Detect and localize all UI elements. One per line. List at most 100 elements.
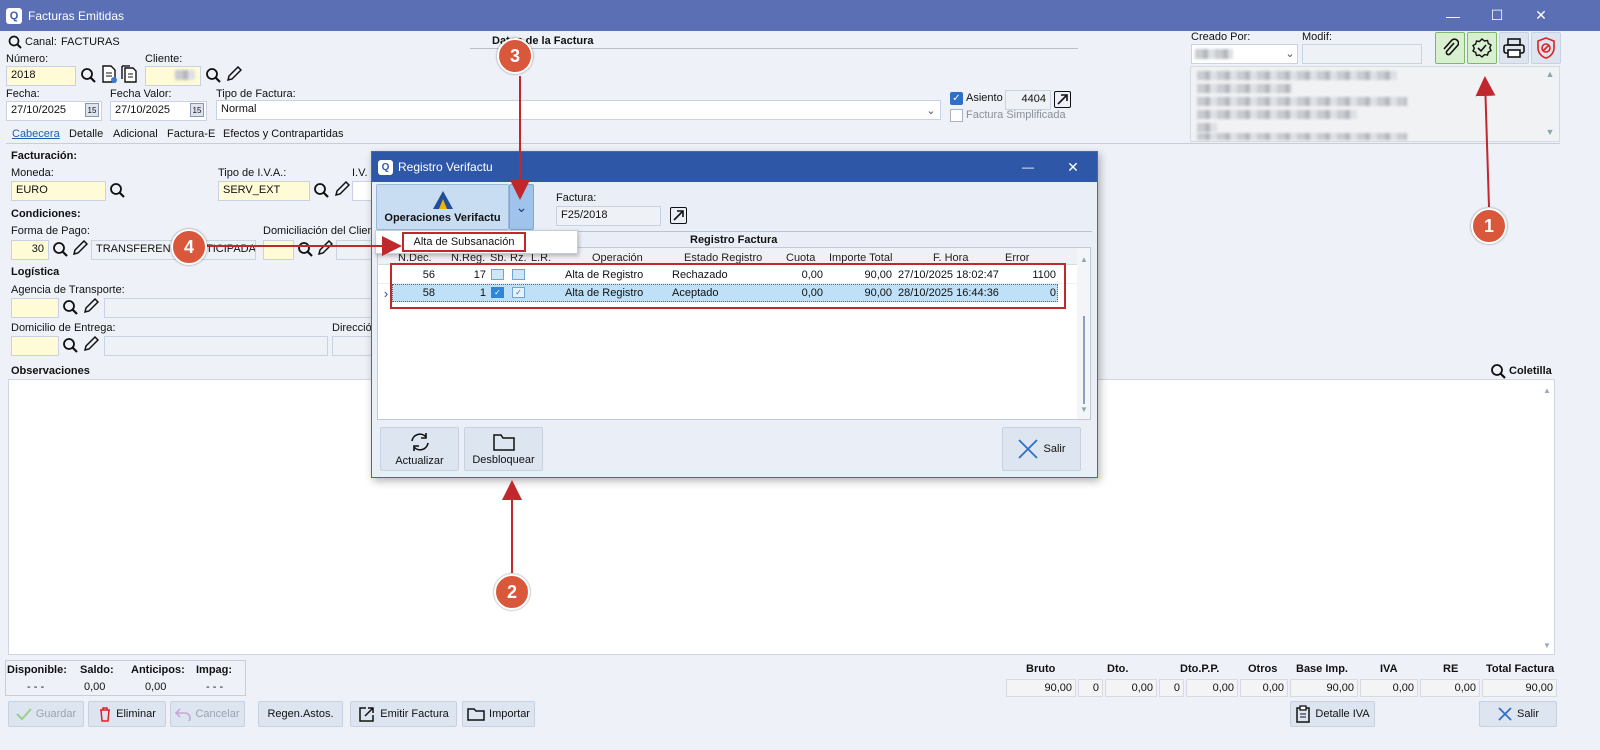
creado-por-select[interactable] <box>1191 44 1298 64</box>
edit-pencil-icon[interactable] <box>317 240 333 256</box>
disponible-value: - - - <box>27 681 45 693</box>
numero-input[interactable]: 2018 <box>6 66 76 86</box>
facturacion-heading: Facturación: <box>11 150 78 162</box>
scroll-up-icon[interactable]: ▲ <box>1079 254 1089 264</box>
search-icon[interactable] <box>109 182 125 198</box>
search-icon[interactable] <box>62 299 78 315</box>
domiciliacion-desc <box>336 240 372 260</box>
dialog-minimize-button[interactable]: — <box>1020 159 1036 175</box>
edit-pencil-icon[interactable] <box>72 240 88 256</box>
app-logo-icon: Q <box>378 159 393 175</box>
tab-divider <box>6 143 1560 144</box>
tab-cabecera[interactable]: Cabecera <box>12 128 60 140</box>
dialog-close-button[interactable]: ✕ <box>1065 159 1081 175</box>
search-icon[interactable] <box>205 67 221 83</box>
domicilio-input[interactable] <box>11 336 59 356</box>
maximize-button[interactable]: ☐ <box>1477 0 1517 31</box>
cancelar-button[interactable]: Cancelar <box>170 701 245 727</box>
search-icon[interactable] <box>297 241 313 257</box>
search-icon[interactable] <box>52 241 68 257</box>
tab-detalle[interactable]: Detalle <box>69 128 103 140</box>
asiento-label: Asiento <box>966 92 1003 104</box>
scroll-thumb[interactable] <box>1083 316 1085 404</box>
scroll-up-icon[interactable]: ▲ <box>1545 69 1555 79</box>
scroll-down-icon[interactable]: ▼ <box>1079 404 1089 414</box>
open-external-icon[interactable] <box>1054 91 1071 108</box>
attach-button[interactable] <box>1435 32 1465 64</box>
operaciones-verifactu-button[interactable]: Operaciones Verifactu <box>376 184 509 230</box>
moneda-label: Moneda: <box>11 167 54 179</box>
domiciliacion-label: Domiciliación del Cliente <box>263 225 383 237</box>
search-icon[interactable] <box>8 35 22 49</box>
agencia-input[interactable] <box>11 298 59 318</box>
undo-icon <box>175 708 192 721</box>
section-divider <box>470 48 1078 49</box>
guardar-button[interactable]: Guardar <box>8 701 84 727</box>
minimize-button[interactable]: — <box>1433 0 1473 31</box>
cliente-input[interactable] <box>145 66 201 86</box>
detalle-iva-button[interactable]: Detalle IVA <box>1290 701 1375 727</box>
open-external-icon[interactable] <box>670 207 687 224</box>
search-icon[interactable] <box>1490 363 1506 379</box>
new-document-icon[interactable] <box>100 65 118 83</box>
print-button[interactable] <box>1499 32 1529 64</box>
desbloquear-button[interactable]: Desbloquear <box>464 427 543 471</box>
menu-item-alta-subsanacion[interactable]: Alta de Subsanación <box>402 232 526 252</box>
verifactu-button[interactable] <box>1467 32 1497 64</box>
fecha-label: Fecha: <box>6 88 40 100</box>
close-window-button[interactable]: ✕ <box>1521 0 1561 31</box>
badge-check-icon <box>1472 38 1492 58</box>
search-icon[interactable] <box>313 182 329 198</box>
forma-pago-code[interactable]: 30 <box>11 240 49 260</box>
block-button[interactable] <box>1531 32 1561 64</box>
moneda-input[interactable]: EURO <box>11 181 106 201</box>
operaciones-dropdown-button[interactable]: ⌄ <box>509 184 534 230</box>
re-value: 0,00 <box>1420 679 1480 697</box>
paperclip-icon <box>1443 38 1459 56</box>
copy-document-icon[interactable] <box>120 65 138 83</box>
asiento-checkbox[interactable]: ✓ <box>950 92 963 105</box>
tab-factura-e[interactable]: Factura-E <box>167 128 215 140</box>
iva-input[interactable] <box>352 181 372 201</box>
calendar-icon[interactable]: 15 <box>190 103 204 117</box>
actualizar-button[interactable]: Actualizar <box>380 427 459 471</box>
dialog-title: Registro Verifactu <box>398 160 493 174</box>
coletilla-label[interactable]: Coletilla <box>1509 365 1552 377</box>
check-icon <box>16 708 32 721</box>
domicilio-desc <box>104 336 328 356</box>
emitir-button[interactable]: Emitir Factura <box>350 701 457 727</box>
tipo-factura-select[interactable]: Normal <box>216 100 941 120</box>
agencia-desc <box>104 298 372 318</box>
eliminar-button[interactable]: Eliminar <box>88 701 166 727</box>
salir-button[interactable]: Salir <box>1479 701 1557 727</box>
total-label: Total Factura <box>1486 663 1555 675</box>
domiciliacion-input[interactable] <box>263 240 294 260</box>
calendar-icon[interactable]: 15 <box>85 103 99 117</box>
annotation-marker: 3 <box>497 38 533 74</box>
importar-button[interactable]: Importar <box>462 701 535 727</box>
search-icon[interactable] <box>62 337 78 353</box>
edit-pencil-icon[interactable] <box>334 181 350 197</box>
dialog-salir-button[interactable]: Salir <box>1002 427 1081 471</box>
dto-pct-value: 0 <box>1078 679 1103 697</box>
saldo-label: Saldo: <box>80 664 114 676</box>
scroll-up-icon[interactable]: ▲ <box>1542 385 1552 395</box>
edit-pencil-icon[interactable] <box>226 66 242 82</box>
simplificada-checkbox[interactable] <box>950 109 963 122</box>
folder-icon <box>467 708 485 721</box>
domicilio-label: Domicilio de Entrega: <box>11 322 116 334</box>
scroll-down-icon[interactable]: ▼ <box>1545 127 1555 137</box>
regen-button[interactable]: Regen.Astos. <box>258 701 343 727</box>
notes-panel[interactable]: ▲ ▼ <box>1190 66 1560 142</box>
grid-scrollbar[interactable]: ▲ ▼ <box>1077 248 1090 419</box>
tipo-iva-input[interactable]: SERV_EXT <box>218 181 310 201</box>
tab-adicional[interactable]: Adicional <box>113 128 158 140</box>
tab-efectos[interactable]: Efectos y Contrapartidas <box>223 128 343 140</box>
dto-label: Dto. <box>1107 663 1129 675</box>
edit-pencil-icon[interactable] <box>83 298 99 314</box>
dialog-titlebar: Q Registro Verifactu — ✕ <box>372 152 1097 182</box>
clipboard-icon <box>1296 705 1311 723</box>
scroll-down-icon[interactable]: ▼ <box>1542 640 1552 650</box>
edit-pencil-icon[interactable] <box>83 336 99 352</box>
search-icon[interactable] <box>80 67 96 83</box>
